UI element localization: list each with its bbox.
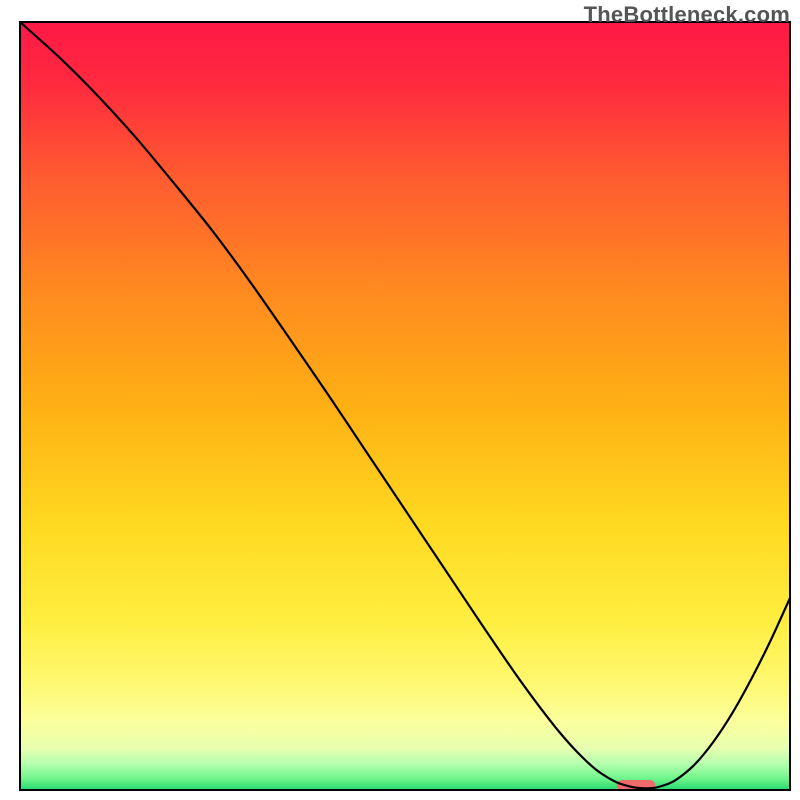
watermark-text: TheBottleneck.com	[584, 2, 790, 28]
chart-svg	[0, 0, 800, 800]
chart-container: TheBottleneck.com	[0, 0, 800, 800]
